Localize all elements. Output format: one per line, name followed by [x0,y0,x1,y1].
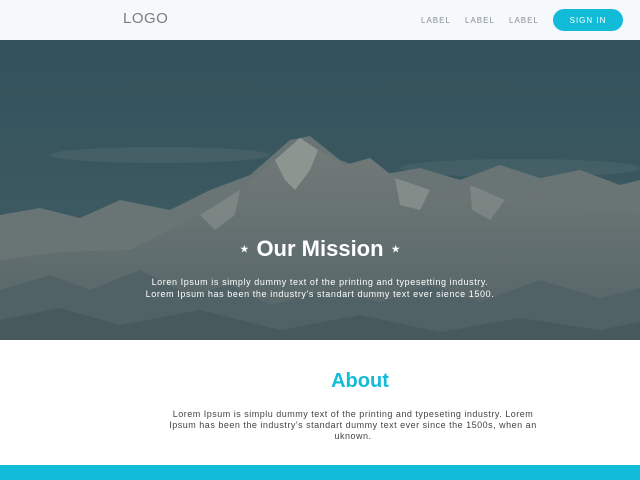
logo[interactable]: LOGO [123,10,168,27]
about-description: Lorem Ipsum is simplu dummy text of the … [169,409,537,441]
star-icon: ★ [391,243,400,254]
about-title: About [331,370,389,392]
nav-link-3[interactable]: LABEL [509,16,539,25]
about-section: About Lorem Ipsum is simplu dummy text o… [0,340,640,465]
nav-link-2[interactable]: LABEL [465,16,495,25]
footer-bar [0,465,640,480]
mission-heading: ★ Our Mission ★ [0,236,640,262]
mission-text-line-2: Lorem Ipsum has been the industry's stan… [145,289,495,299]
nav-link-1[interactable]: LABEL [421,16,451,25]
mission-text-line-1: Loren Ipsum is simply dummy text of the … [151,277,489,287]
mission-description: Loren Ipsum is simply dummy text of the … [0,276,640,300]
mission-title: Our Mission [256,236,384,261]
navbar: LOGO LABEL LABEL LABEL SIGN IN [0,0,640,40]
hero-section: ★ Our Mission ★ Loren Ipsum is simply du… [0,40,640,340]
star-icon: ★ [240,243,249,254]
sign-in-button[interactable]: SIGN IN [553,9,623,31]
